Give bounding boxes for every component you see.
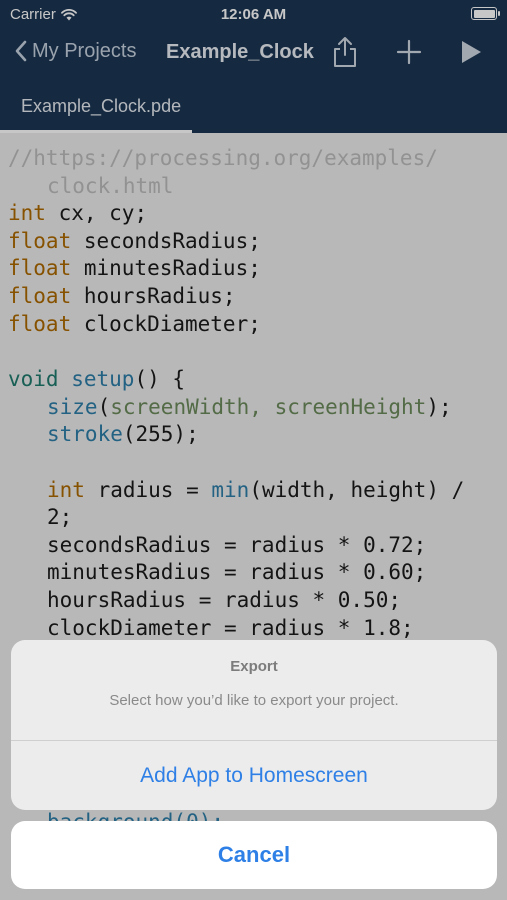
sheet-title: Export <box>230 658 278 675</box>
sheet-message: Select how you’d like to export your pro… <box>109 692 399 709</box>
add-to-homescreen-button[interactable]: Add App to Homescreen <box>11 741 497 810</box>
cancel-button[interactable]: Cancel <box>11 821 497 889</box>
export-action-sheet: Export Select how you’d like to export y… <box>11 640 497 810</box>
